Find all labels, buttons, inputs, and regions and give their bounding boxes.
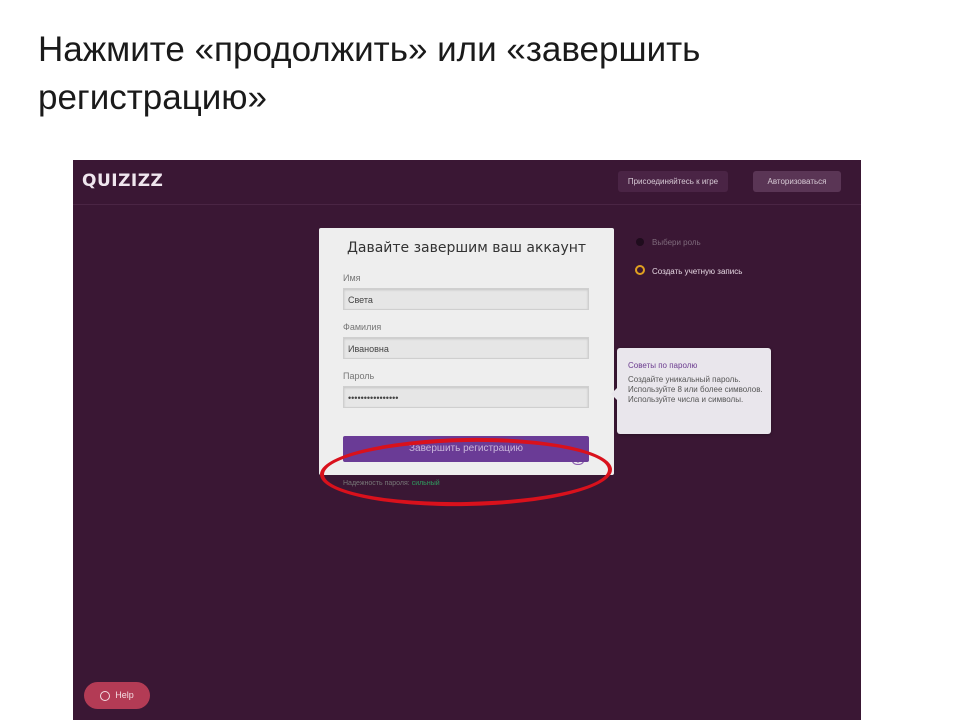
step-dot-current xyxy=(635,265,645,275)
last-name-label: Фамилия xyxy=(343,322,382,332)
first-name-label: Имя xyxy=(343,273,361,283)
top-navbar: QUIZIZZ Присоединяйтесь к игре Авторизов… xyxy=(73,160,861,205)
password-tips-popup: Советы по паролю Создайте уникальный пар… xyxy=(611,348,771,434)
step-item-role: Выбери роль xyxy=(652,238,701,247)
tips-title: Советы по паролю xyxy=(628,361,698,370)
first-name-input[interactable]: Света xyxy=(343,288,589,310)
step-dot-done xyxy=(636,238,644,246)
join-game-button[interactable]: Присоединяйтесь к игре xyxy=(618,171,728,192)
help-label: Help xyxy=(115,690,134,700)
login-button[interactable]: Авторизоваться xyxy=(753,171,841,192)
last-name-input[interactable]: Ивановна xyxy=(343,337,589,359)
slide-title: Нажмите «продолжить» или «завершить реги… xyxy=(38,30,701,117)
tips-body: Создайте уникальный пароль. Используйте … xyxy=(628,375,763,404)
tip-arrow xyxy=(611,388,617,400)
password-label: Пароль xyxy=(343,371,375,381)
chat-bubble-icon xyxy=(100,690,111,701)
card-title: Давайте завершим ваш аккаунт xyxy=(346,240,587,256)
help-button[interactable]: Help xyxy=(84,682,150,709)
step-item-create-account: Создать учетную запись xyxy=(652,267,743,276)
quizizz-logo[interactable]: QUIZIZZ xyxy=(82,171,163,191)
password-input[interactable]: •••••••••••••••• xyxy=(343,386,589,408)
